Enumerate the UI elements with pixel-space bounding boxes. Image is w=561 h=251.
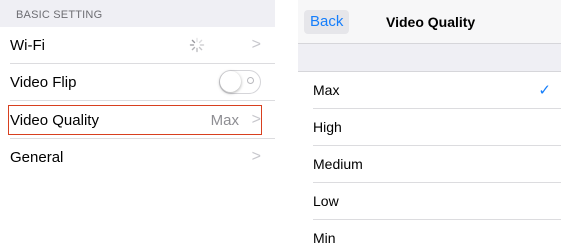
general-label: General xyxy=(10,149,64,166)
toggle-off-indicator-icon xyxy=(247,77,254,84)
video-quality-label: Video Quality xyxy=(10,112,99,129)
general-row[interactable]: General > xyxy=(0,139,275,176)
settings-panel: BASIC SETTING Wi-Fi > Video Flip Video Q… xyxy=(0,0,275,251)
navigation-bar: Back Video Quality xyxy=(298,0,561,44)
video-flip-label: Video Flip xyxy=(10,74,77,91)
section-header: BASIC SETTING xyxy=(0,0,275,27)
toggle-knob xyxy=(220,71,241,92)
chevron-right-icon: > xyxy=(251,111,261,128)
quality-option-min[interactable]: Min xyxy=(298,220,561,251)
quality-option-low[interactable]: Low xyxy=(298,183,561,220)
quality-option-label: Max xyxy=(313,82,340,98)
quality-option-high[interactable]: High xyxy=(298,109,561,146)
quality-option-medium[interactable]: Medium xyxy=(298,146,561,183)
quality-option-label: High xyxy=(313,119,342,135)
loading-spinner-icon xyxy=(189,37,205,53)
nav-title: Video Quality xyxy=(386,14,476,30)
quality-option-label: Medium xyxy=(313,156,363,172)
chevron-right-icon: > xyxy=(251,148,261,165)
quality-option-max[interactable]: Max ✓ xyxy=(298,72,561,109)
video-flip-row: Video Flip xyxy=(0,64,275,101)
checkmark-icon: ✓ xyxy=(538,82,551,99)
quality-option-label: Low xyxy=(313,193,339,209)
video-quality-screen: Back Video Quality Max ✓ High Medium Low… xyxy=(298,0,561,251)
video-flip-toggle[interactable] xyxy=(219,70,261,94)
row-divider xyxy=(10,100,275,101)
wifi-row[interactable]: Wi-Fi > xyxy=(0,27,275,64)
wifi-label: Wi-Fi xyxy=(10,37,45,54)
chevron-right-icon: > xyxy=(251,36,261,53)
section-title: BASIC SETTING xyxy=(16,9,103,21)
back-button[interactable]: Back xyxy=(304,10,350,34)
video-quality-value: Max xyxy=(210,112,239,129)
quality-option-label: Min xyxy=(313,230,336,246)
group-spacer xyxy=(298,44,561,72)
video-quality-row[interactable]: Video Quality Max > xyxy=(0,102,275,139)
